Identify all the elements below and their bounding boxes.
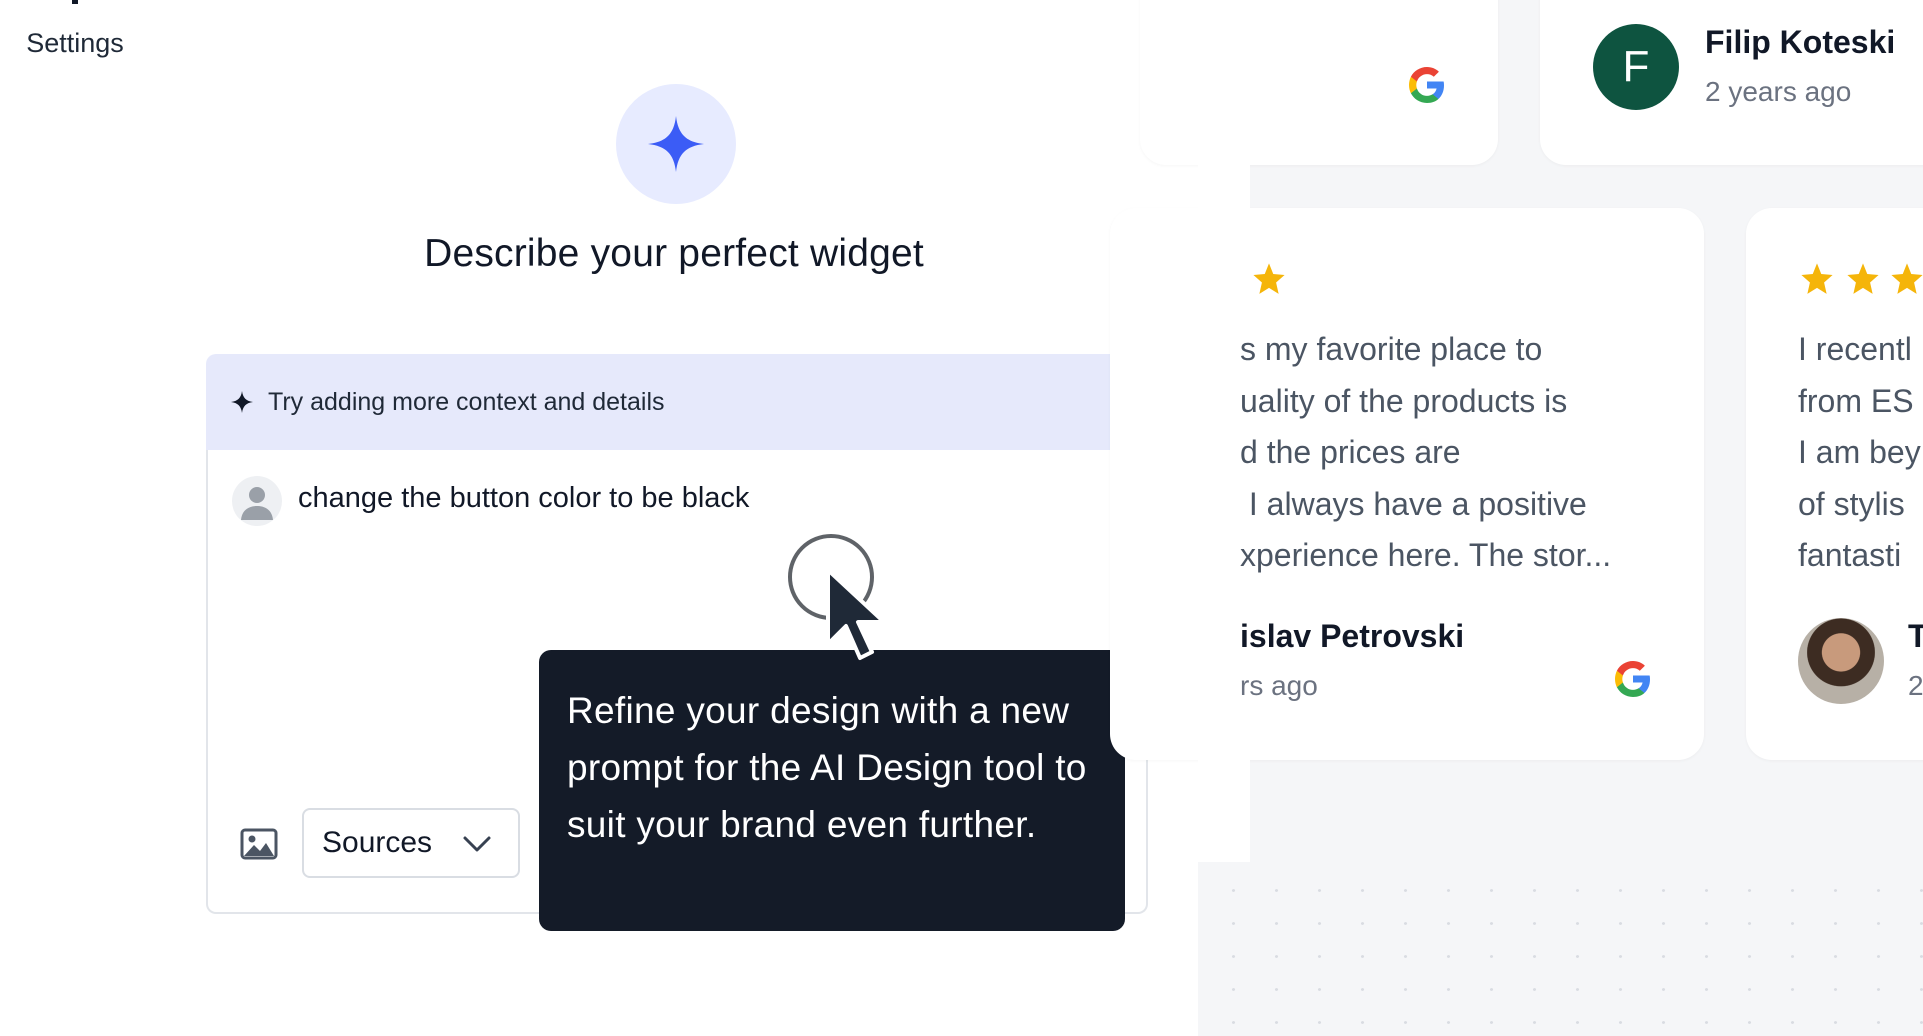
hint-banner: Try adding more context and details <box>206 354 1146 450</box>
avatar: F <box>1593 24 1679 110</box>
sources-label: Sources <box>322 826 433 859</box>
hint-text: Try adding more context and details <box>268 387 665 416</box>
star-icon <box>1847 263 1879 294</box>
review-text: s my favorite place to uality of the prod… <box>1240 324 1611 582</box>
review-time: rs ago <box>1240 670 1318 701</box>
review-line: s my favorite place to <box>1240 331 1543 367</box>
review-line: I always have a positive <box>1240 485 1587 522</box>
sources-dropdown[interactable]: Sources <box>302 808 520 878</box>
image-icon[interactable] <box>240 828 278 860</box>
review-line: uality of the products is <box>1240 382 1568 419</box>
sidebar-item-settings[interactable]: Settings <box>0 28 150 59</box>
review-line: from ES <box>1798 382 1914 419</box>
user-avatar <box>232 476 282 526</box>
user-icon <box>241 487 273 520</box>
review-time: 2 years ago <box>1705 76 1852 107</box>
sidebar: Settings <box>0 0 151 1036</box>
prompt-message: change the button color to be black <box>298 482 750 514</box>
review-line: xperience here. The stor... <box>1240 537 1612 573</box>
avatar <box>1798 618 1884 704</box>
tooltip: Refine your design with a new prompt for… <box>539 650 1125 931</box>
reviewer-name: Filip Koteski <box>1705 24 1896 60</box>
star-icon <box>1801 263 1833 294</box>
review-line: fantasti <box>1798 537 1902 573</box>
chevron-down-icon <box>463 836 491 852</box>
review-line: d the prices are <box>1240 434 1461 470</box>
sparkle-badge <box>616 84 736 204</box>
tooltip-text: Refine your design with a new prompt for… <box>567 690 1087 845</box>
google-icon <box>1409 67 1444 103</box>
reviewer-name: islav Petrovski <box>1240 618 1465 654</box>
review-line: I am bey <box>1798 434 1921 470</box>
reviewer-name: T <box>1908 618 1923 654</box>
dotted-background <box>1198 862 1923 1036</box>
sparkle-icon <box>648 116 704 172</box>
review-line: I recentl <box>1798 331 1912 367</box>
review-line: of stylis <box>1798 485 1905 522</box>
cursor-icon <box>826 568 886 660</box>
gear-icon[interactable] <box>58 0 92 10</box>
google-icon <box>1615 661 1650 697</box>
review-time: 2 <box>1908 670 1923 701</box>
page-title: Describe your perfect widget <box>424 232 924 275</box>
star-icon <box>1253 263 1285 294</box>
star-icon <box>1891 263 1923 294</box>
sparkle-icon <box>231 391 253 413</box>
review-text: I recentl from ES I am bey of stylis fantast… <box>1798 324 1921 582</box>
